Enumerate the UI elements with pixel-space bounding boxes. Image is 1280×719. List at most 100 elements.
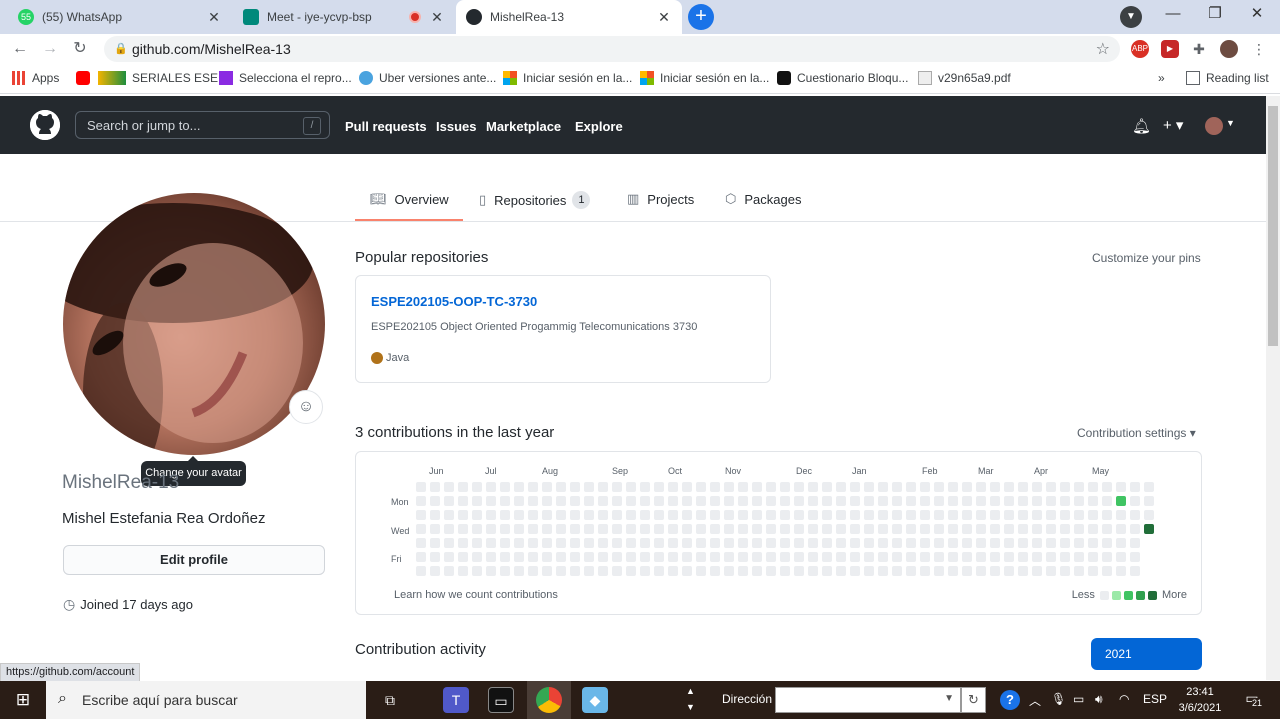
contribution-day[interactable] [1018,566,1028,576]
contribution-day[interactable] [682,482,692,492]
contribution-day[interactable] [710,496,720,506]
notifications-icon[interactable]: ▭21 [1241,690,1263,710]
chrome-icon[interactable] [536,687,562,713]
bookmark-selecciona[interactable]: Selecciona el repro... [219,71,352,85]
contribution-day[interactable] [976,538,986,548]
contribution-day[interactable] [878,482,888,492]
contribution-day[interactable] [920,524,930,534]
bookmark-seriales[interactable]: SERIALES ESE... [98,71,228,85]
contribution-day[interactable] [472,552,482,562]
microphone-icon[interactable]: 🎙︎ [1051,692,1066,706]
contribution-day[interactable] [724,524,734,534]
contribution-day[interactable] [668,566,678,576]
contribution-day[interactable] [934,482,944,492]
contribution-day[interactable] [962,566,972,576]
contribution-day[interactable] [976,552,986,562]
contribution-day[interactable] [1074,496,1084,506]
contribution-day[interactable] [934,566,944,576]
avatar[interactable] [1205,117,1223,135]
bookmarks-overflow-button[interactable]: » [1158,71,1165,85]
contribution-day[interactable] [780,496,790,506]
contribution-day[interactable] [570,482,580,492]
contribution-day[interactable] [892,552,902,562]
contribution-settings-dropdown[interactable]: Contribution settings ▾ [1077,426,1196,440]
set-status-emoji-button[interactable]: ☺ [289,390,323,424]
contribution-day[interactable] [1032,524,1042,534]
contribution-day[interactable] [948,482,958,492]
contribution-day[interactable] [598,496,608,506]
contribution-day[interactable] [836,482,846,492]
contribution-day[interactable] [528,524,538,534]
contribution-day[interactable] [528,566,538,576]
contribution-day[interactable] [822,496,832,506]
profile-avatar[interactable] [1220,40,1238,58]
bookmark-uber[interactable]: Uber versiones ante... [359,71,496,85]
create-new-button[interactable]: + ▾ [1163,116,1183,134]
contribution-day[interactable] [612,566,622,576]
profile-avatar-image[interactable] [63,193,325,455]
contribution-day[interactable] [878,552,888,562]
contribution-day[interactable] [794,496,804,506]
tab-search-icon[interactable]: ▼ [1120,6,1142,28]
taskbar-search-input[interactable]: ⌕ Escribe aquí para buscar [46,681,366,719]
contribution-day[interactable] [514,496,524,506]
contribution-day[interactable] [892,510,902,520]
contribution-day[interactable] [500,510,510,520]
contribution-day[interactable] [1060,552,1070,562]
contribution-day[interactable] [934,496,944,506]
contribution-day[interactable] [710,552,720,562]
contribution-day[interactable] [864,538,874,548]
contribution-day[interactable] [948,538,958,548]
contribution-day[interactable] [542,566,552,576]
contribution-day[interactable] [976,482,986,492]
contribution-day[interactable] [444,552,454,562]
contribution-day[interactable] [514,482,524,492]
contribution-day[interactable] [556,566,566,576]
contribution-day[interactable] [920,566,930,576]
language-indicator[interactable]: ESP [1143,692,1167,706]
contribution-day[interactable] [850,510,860,520]
tab-packages[interactable]: ⬡ Packages [725,191,801,207]
contribution-day[interactable] [626,510,636,520]
contribution-day[interactable] [752,538,762,548]
contribution-day[interactable] [738,482,748,492]
contribution-day[interactable] [626,538,636,548]
contribution-day[interactable] [1032,552,1042,562]
contribution-day[interactable] [612,552,622,562]
contribution-day[interactable] [1018,552,1028,562]
contribution-day[interactable] [486,552,496,562]
repo-name-link[interactable]: ESPE202105-OOP-TC-3730 [371,294,537,309]
contribution-day[interactable] [794,510,804,520]
contribution-day[interactable] [1060,496,1070,506]
contribution-day[interactable] [1130,524,1140,534]
contribution-day[interactable] [472,510,482,520]
contribution-day[interactable] [794,566,804,576]
contribution-day[interactable] [724,538,734,548]
contribution-day[interactable] [1060,524,1070,534]
contribution-day[interactable] [990,510,1000,520]
contribution-day[interactable] [472,524,482,534]
contribution-day[interactable] [514,566,524,576]
contribution-day[interactable] [878,496,888,506]
contribution-day[interactable] [1144,524,1154,534]
contribution-day[interactable] [458,496,468,506]
contribution-day[interactable] [906,538,916,548]
bookmark-iniciar-1[interactable]: Iniciar sesión en la... [503,71,632,85]
contribution-day[interactable] [1088,552,1098,562]
contribution-day[interactable] [878,524,888,534]
close-icon[interactable]: ✕ [429,9,445,26]
contribution-day[interactable] [906,496,916,506]
dropdown-arrow-icon[interactable]: ▼ [944,693,954,704]
contribution-day[interactable] [836,538,846,548]
contribution-day[interactable] [514,538,524,548]
bookmark-iniciar-2[interactable]: Iniciar sesión en la... [640,71,769,85]
contribution-day[interactable] [682,538,692,548]
contribution-day[interactable] [864,510,874,520]
contribution-day[interactable] [920,538,930,548]
contribution-day[interactable] [430,524,440,534]
contribution-day[interactable] [892,496,902,506]
contribution-day[interactable] [1018,482,1028,492]
contribution-day[interactable] [990,552,1000,562]
bookmark-star-icon[interactable]: ☆ [1096,39,1110,59]
contribution-day[interactable] [668,496,678,506]
